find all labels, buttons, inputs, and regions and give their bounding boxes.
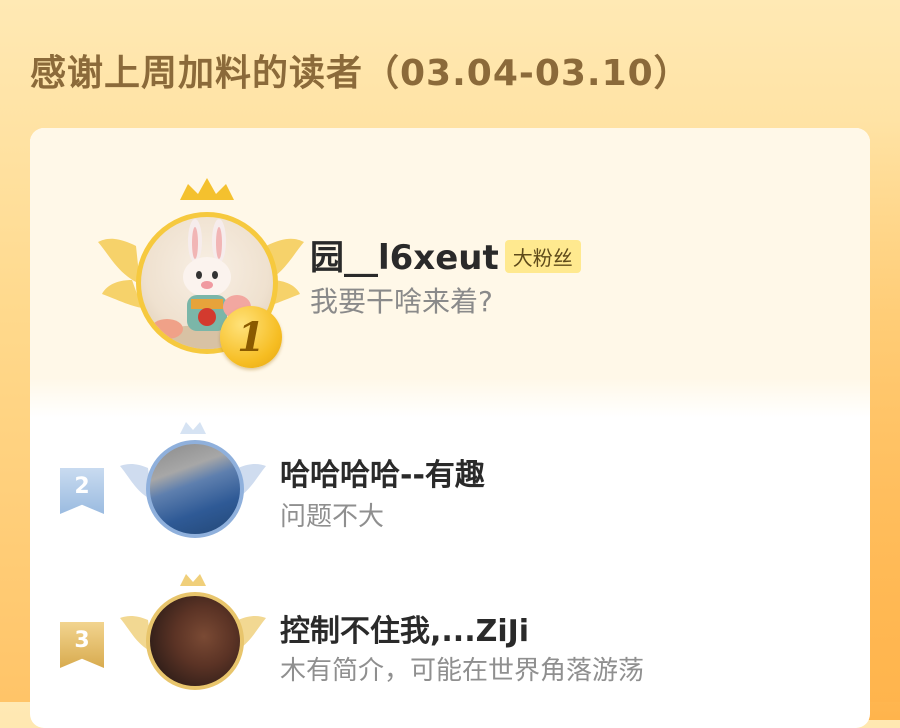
rank-3-name[interactable]: 控制不住我,...ZiJi	[280, 606, 529, 650]
rank-2-bio: 问题不大	[280, 502, 385, 532]
ranking-card: 1 园__l6xeut 大粉丝 我要干啥来着? 2 哈哈哈哈--有趣 问题不大 …	[30, 128, 870, 728]
rank-2-avatar	[146, 440, 244, 538]
rank-2-name[interactable]: 哈哈哈哈--有趣	[280, 450, 485, 494]
fan-badge: 大粉丝	[504, 240, 581, 273]
rank-3-avatar	[146, 592, 244, 690]
rank-1-avatar-frame[interactable]: 1	[96, 176, 306, 368]
rank-1-name[interactable]: 园__l6xeut	[310, 230, 499, 279]
rank-3-flag: 3	[60, 622, 104, 668]
rank-2-avatar-frame[interactable]	[118, 420, 268, 570]
rank-2-flag: 2	[60, 468, 104, 514]
rank-1-name-row: 园__l6xeut 大粉丝	[310, 230, 581, 279]
section-fade	[30, 378, 870, 418]
rank-1-medal: 1	[220, 306, 282, 368]
rank-3-avatar-frame[interactable]	[118, 572, 268, 722]
rank-1-bio: 我要干啥来着?	[310, 285, 493, 318]
page-title: 感谢上周加料的读者（03.04-03.10）	[30, 53, 691, 94]
rank-3-bio: 木有简介，可能在世界角落游荡	[280, 656, 645, 686]
